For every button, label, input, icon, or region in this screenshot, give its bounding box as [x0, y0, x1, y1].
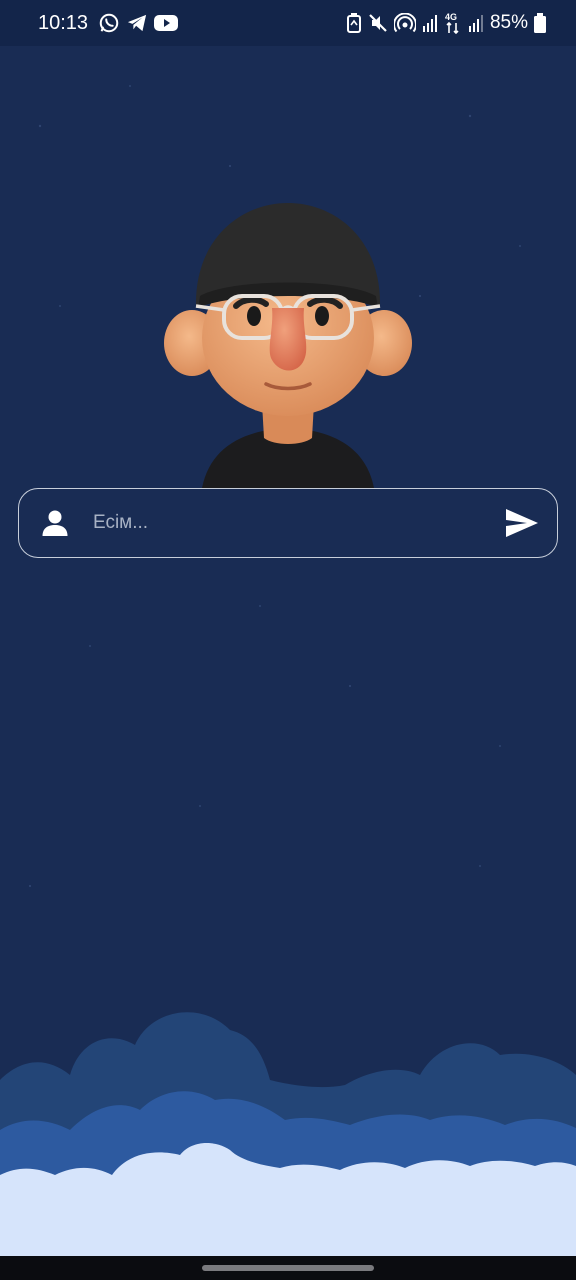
hotspot-icon — [393, 13, 416, 33]
avatar — [164, 203, 412, 488]
battery-saver-icon — [346, 13, 362, 33]
signal-icon-2 — [468, 14, 484, 32]
send-icon — [506, 509, 538, 537]
status-bar: 10:13 4G 85% — [0, 0, 576, 46]
svg-text:4G: 4G — [445, 12, 457, 22]
signal-icon — [422, 14, 438, 32]
whatsapp-icon — [98, 12, 120, 34]
4g-data-icon: 4G — [444, 12, 462, 34]
battery-percent: 85% — [489, 12, 528, 33]
name-input[interactable] — [91, 511, 505, 535]
status-bar-right: 4G 85% — [346, 12, 546, 34]
youtube-icon — [154, 14, 179, 32]
user-icon — [41, 509, 69, 537]
battery-icon — [534, 13, 546, 33]
name-field — [18, 488, 558, 558]
telegram-icon — [126, 13, 148, 33]
home-gesture-handle[interactable] — [202, 1265, 374, 1271]
navigation-bar — [0, 1256, 576, 1280]
status-bar-left: 10:13 — [38, 11, 179, 35]
status-time: 10:13 — [38, 11, 89, 34]
mute-icon — [368, 13, 388, 33]
send-button[interactable] — [505, 508, 539, 538]
clouds-illustration — [0, 1012, 576, 1280]
